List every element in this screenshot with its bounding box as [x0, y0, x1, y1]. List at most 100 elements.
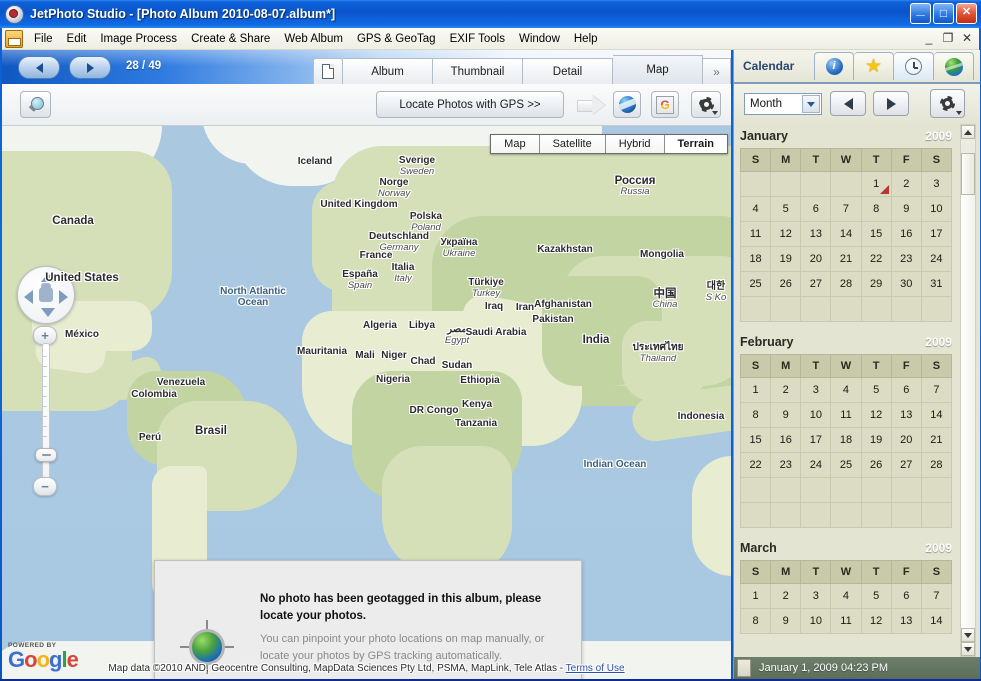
calendar-day-cell[interactable]: 2 [770, 377, 802, 403]
calendar-day-cell[interactable]: 8 [860, 196, 892, 222]
calendar-day-cell[interactable]: 24 [920, 246, 953, 272]
tab-map[interactable]: Map [613, 55, 703, 84]
scrollbar-track[interactable] [961, 195, 975, 628]
calendar-day-cell[interactable]: 10 [800, 402, 832, 428]
calendar-day-cell[interactable]: 6 [800, 196, 832, 222]
calendar-day-cell[interactable]: 26 [770, 271, 802, 297]
google-maps-button[interactable]: G [651, 91, 679, 118]
tab-detail[interactable]: Detail [523, 58, 613, 84]
calendar-day-cell[interactable]: 2 [770, 583, 802, 609]
calendar-day-cell[interactable]: 14 [920, 402, 953, 428]
calendar-day-cell[interactable]: 3 [800, 583, 832, 609]
calendar-day-cell[interactable]: 22 [739, 452, 772, 478]
calendar-day-cell[interactable]: 3 [800, 377, 832, 403]
calendar-day-cell[interactable]: 28 [830, 271, 862, 297]
calendar-day-cell[interactable]: 8 [739, 608, 772, 634]
calendar-day-cell[interactable]: 6 [890, 377, 922, 403]
calendar-day-cell[interactable]: 31 [920, 271, 953, 297]
calendar-day-cell[interactable]: 7 [920, 583, 953, 609]
calendar-day-cell[interactable]: 25 [739, 271, 772, 297]
zoom-out-button[interactable]: − [33, 477, 57, 496]
chevron-down-icon[interactable] [802, 95, 820, 113]
tab-document[interactable] [313, 58, 343, 84]
locate-photos-with-gps-button[interactable]: Locate Photos with GPS >> [376, 91, 564, 118]
calendar-day-cell[interactable]: 7 [920, 377, 953, 403]
menu-item-file[interactable]: File [27, 30, 60, 48]
tab-album[interactable]: Album [343, 58, 433, 84]
calendar-day-cell[interactable]: 21 [830, 246, 862, 272]
calendar-day-cell[interactable]: 6 [890, 583, 922, 609]
menu-item-window[interactable]: Window [512, 30, 567, 48]
calendar-next-button[interactable] [873, 91, 909, 116]
map-type-terrain[interactable]: Terrain [664, 135, 727, 153]
calendar-day-cell[interactable]: 2 [890, 171, 922, 197]
scroll-up-button-2[interactable] [961, 628, 975, 642]
calendar-day-cell[interactable]: 13 [890, 608, 922, 634]
map-type-satellite[interactable]: Satellite [539, 135, 606, 153]
calendar-day-cell[interactable]: 23 [890, 246, 922, 272]
calendar-day-cell[interactable]: 15 [860, 221, 892, 247]
calendar-day-cell[interactable]: 4 [830, 583, 862, 609]
calendar-day-cell[interactable]: 10 [920, 196, 953, 222]
calendar-day-cell[interactable]: 5 [770, 196, 802, 222]
calendar-day-cell[interactable]: 30 [890, 271, 922, 297]
pan-down-icon[interactable] [41, 308, 55, 317]
menu-item-help[interactable]: Help [567, 30, 605, 48]
menu-item-gps-geotag[interactable]: GPS & GeoTag [350, 30, 443, 48]
calendar-day-cell[interactable]: 19 [770, 246, 802, 272]
calendar-day-cell[interactable]: 21 [920, 427, 953, 453]
calendar-day-cell[interactable]: 20 [890, 427, 922, 453]
calendar-day-cell[interactable]: 27 [800, 271, 832, 297]
calendar-day-cell[interactable]: 11 [830, 608, 862, 634]
menu-item-edit[interactable]: Edit [60, 30, 94, 48]
calendar-day-cell[interactable]: 13 [890, 402, 922, 428]
scroll-up-button[interactable] [961, 125, 975, 139]
tab-thumbnail[interactable]: Thumbnail [433, 58, 523, 84]
minimize-button[interactable]: _ [910, 2, 931, 24]
tab-map-panel[interactable] [934, 52, 974, 80]
calendar-view-select[interactable]: Month [744, 93, 822, 115]
map-type-hybrid[interactable]: Hybrid [605, 135, 665, 153]
calendar-day-cell[interactable]: 11 [739, 221, 772, 247]
calendar-day-cell[interactable]: 27 [890, 452, 922, 478]
calendar-day-cell[interactable]: 8 [739, 402, 772, 428]
mdi-minimize-button[interactable]: _ [923, 31, 935, 45]
calendar-day-cell[interactable]: 14 [920, 608, 953, 634]
map-zoom-control[interactable]: + − [33, 326, 57, 496]
previous-photo-button[interactable] [18, 56, 60, 79]
calendar-day-cell[interactable]: 1 [739, 583, 772, 609]
map-type-map[interactable]: Map [491, 135, 540, 153]
calendar-day-cell[interactable]: 1 [860, 171, 892, 197]
mdi-restore-button[interactable]: ❐ [942, 31, 954, 45]
calendar-settings-button[interactable] [930, 89, 965, 118]
close-button[interactable]: ✕ [956, 3, 977, 24]
calendar-day-cell[interactable]: 12 [770, 221, 802, 247]
menu-item-create-share[interactable]: Create & Share [184, 30, 277, 48]
pan-hand-icon[interactable] [39, 283, 53, 302]
calendar-day-cell[interactable]: 12 [860, 402, 892, 428]
scroll-down-button[interactable] [961, 642, 975, 656]
google-earth-button[interactable] [613, 91, 641, 118]
calendar-day-cell[interactable]: 12 [860, 608, 892, 634]
calendar-day-cell[interactable]: 3 [920, 171, 953, 197]
terms-of-use-link[interactable]: Terms of Use [566, 663, 625, 674]
scrollbar-thumb[interactable] [961, 153, 975, 195]
calendar-day-cell[interactable]: 9 [770, 402, 802, 428]
calendar-day-cell[interactable]: 26 [860, 452, 892, 478]
calendar-day-cell[interactable]: 5 [860, 377, 892, 403]
calendar-day-cell[interactable]: 14 [830, 221, 862, 247]
calendar-day-cell[interactable]: 9 [890, 196, 922, 222]
calendar-day-cell[interactable]: 23 [770, 452, 802, 478]
calendar-day-cell[interactable]: 4 [739, 196, 772, 222]
mdi-close-button[interactable]: ✕ [961, 31, 973, 45]
calendar-day-cell[interactable]: 15 [739, 427, 772, 453]
calendar-day-cell[interactable]: 20 [800, 246, 832, 272]
tab-favorites[interactable]: ★ [854, 52, 894, 80]
menu-item-web-album[interactable]: Web Album [277, 30, 350, 48]
calendar-day-cell[interactable]: 25 [830, 452, 862, 478]
tabs-overflow-button[interactable]: » [703, 58, 731, 84]
calendar-day-cell[interactable]: 10 [800, 608, 832, 634]
pan-right-icon[interactable] [59, 290, 68, 304]
calendar-day-cell[interactable]: 18 [830, 427, 862, 453]
calendar-prev-button[interactable] [830, 91, 866, 116]
